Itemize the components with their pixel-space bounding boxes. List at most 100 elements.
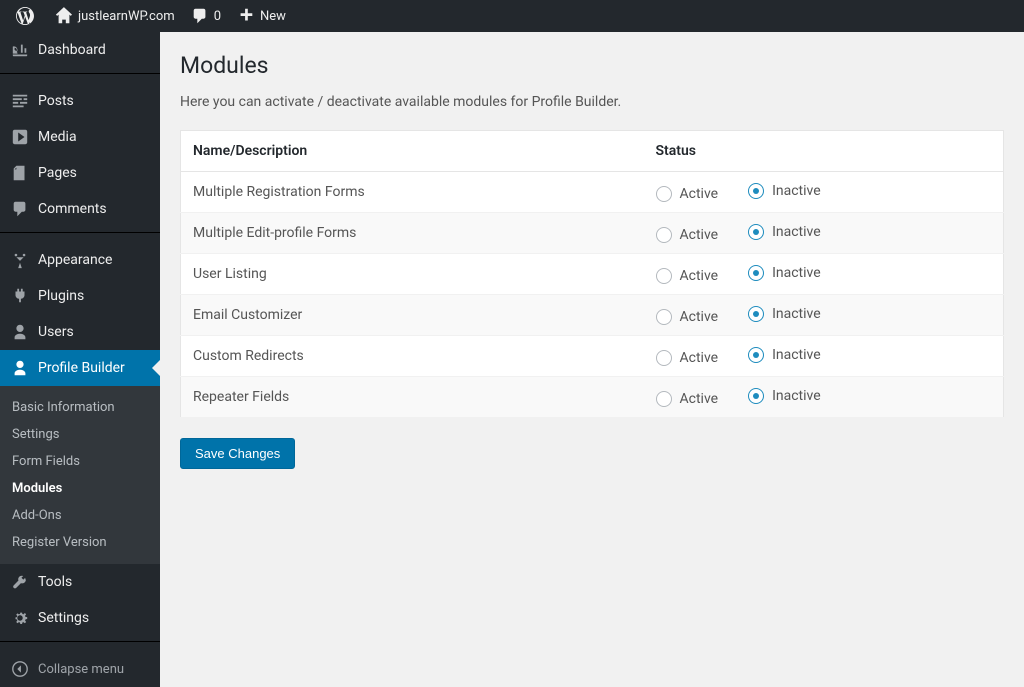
- module-status: Active Inactive: [644, 213, 1004, 254]
- sidebar-label: Users: [38, 324, 74, 340]
- sidebar-item-settings[interactable]: Settings: [0, 600, 160, 636]
- sidebar-item-plugins[interactable]: Plugins: [0, 278, 160, 314]
- radio-label: Inactive: [772, 388, 821, 404]
- sidebar-item-dashboard[interactable]: Dashboard: [0, 32, 160, 68]
- radio-active[interactable]: Active: [656, 309, 719, 325]
- radio-active[interactable]: Active: [656, 186, 719, 202]
- table-row: Custom RedirectsActiveInactive: [181, 336, 1004, 377]
- table-row: Repeater Fields Active Inactive: [181, 377, 1004, 418]
- module-status: Active Inactive: [644, 295, 1004, 336]
- main-content: Modules Here you can activate / deactiva…: [160, 32, 1024, 687]
- submenu-form-fields[interactable]: Form Fields: [0, 448, 160, 475]
- module-name: Multiple Registration Forms: [181, 172, 644, 213]
- wp-logo-menu[interactable]: [8, 0, 47, 32]
- radio-button-icon: [748, 306, 764, 322]
- radio-label: Inactive: [772, 265, 821, 281]
- sidebar-item-pages[interactable]: Pages: [0, 155, 160, 191]
- posts-icon: [10, 91, 30, 111]
- new-content-link[interactable]: New: [229, 0, 294, 32]
- submenu-settings[interactable]: Settings: [0, 421, 160, 448]
- sidebar-label: Settings: [38, 610, 89, 626]
- radio-label: Active: [680, 186, 719, 202]
- module-name: Repeater Fields: [181, 377, 644, 418]
- submenu-profile-builder: Basic Information Settings Form Fields M…: [0, 386, 160, 564]
- sidebar-item-posts[interactable]: Posts: [0, 83, 160, 119]
- radio-button-icon: [656, 227, 672, 243]
- admin-sidebar: Dashboard Posts Media Pages Comments: [0, 32, 160, 687]
- collapse-label: Collapse menu: [38, 662, 124, 677]
- comments-link[interactable]: 0: [183, 0, 229, 32]
- radio-inactive[interactable]: Inactive: [748, 306, 821, 322]
- sidebar-label: Appearance: [38, 252, 112, 268]
- modules-table: Name/Description Status Multiple Registr…: [180, 130, 1004, 418]
- comments-count: 0: [214, 9, 221, 24]
- radio-label: Active: [680, 309, 719, 325]
- sidebar-label: Comments: [38, 201, 107, 217]
- home-icon: [55, 7, 73, 25]
- submenu-modules[interactable]: Modules: [0, 475, 160, 502]
- sidebar-item-profile-builder[interactable]: Profile Builder: [0, 350, 160, 386]
- comments-icon: [10, 199, 30, 219]
- new-label: New: [260, 9, 286, 24]
- settings-icon: [10, 608, 30, 628]
- submenu-basic-information[interactable]: Basic Information: [0, 394, 160, 421]
- table-row: User ListingActiveInactive: [181, 254, 1004, 295]
- collapse-menu-button[interactable]: Collapse menu: [0, 651, 160, 687]
- radio-label: Inactive: [772, 306, 821, 322]
- collapse-icon: [10, 659, 30, 679]
- save-button[interactable]: Save Changes: [180, 438, 295, 469]
- radio-inactive[interactable]: Inactive: [748, 224, 821, 240]
- sidebar-item-appearance[interactable]: Appearance: [0, 242, 160, 278]
- sidebar-item-users[interactable]: Users: [0, 314, 160, 350]
- sidebar-label: Pages: [38, 165, 77, 181]
- column-header-status: Status: [644, 131, 1004, 172]
- radio-button-icon: [748, 388, 764, 404]
- radio-button-icon: [656, 268, 672, 284]
- site-name-link[interactable]: justlearnWP.com: [47, 0, 183, 32]
- submenu-add-ons[interactable]: Add-Ons: [0, 502, 160, 529]
- separator: [0, 73, 160, 78]
- table-row: Multiple Registration Forms Active Inactiv…: [181, 172, 1004, 213]
- sidebar-item-comments[interactable]: Comments: [0, 191, 160, 227]
- radio-active[interactable]: Active: [656, 227, 719, 243]
- module-name: Email Customizer: [181, 295, 644, 336]
- radio-label: Inactive: [772, 183, 821, 199]
- module-name: Multiple Edit-profile Forms: [181, 213, 644, 254]
- page-description: Here you can activate / deactivate avail…: [180, 94, 1004, 110]
- submenu-register-version[interactable]: Register Version: [0, 529, 160, 556]
- radio-active[interactable]: Active: [656, 350, 719, 366]
- sidebar-item-tools[interactable]: Tools: [0, 564, 160, 600]
- sidebar-label: Profile Builder: [38, 360, 125, 376]
- sidebar-item-media[interactable]: Media: [0, 119, 160, 155]
- site-name-text: justlearnWP.com: [78, 9, 175, 24]
- admin-toolbar: justlearnWP.com 0 New: [0, 0, 1024, 32]
- sidebar-label: Media: [38, 129, 77, 145]
- wordpress-logo-icon: [16, 7, 34, 25]
- radio-inactive[interactable]: Inactive: [748, 347, 821, 363]
- module-status: Active Inactive: [644, 172, 1004, 213]
- plugins-icon: [10, 286, 30, 306]
- comment-icon: [191, 7, 209, 25]
- radio-label: Active: [680, 227, 719, 243]
- separator: [0, 232, 160, 237]
- radio-active[interactable]: Active: [656, 268, 719, 284]
- radio-button-icon: [656, 350, 672, 366]
- page-title: Modules: [180, 52, 1004, 79]
- radio-label: Inactive: [772, 224, 821, 240]
- radio-label: Inactive: [772, 347, 821, 363]
- radio-inactive[interactable]: Inactive: [748, 183, 821, 199]
- separator: [0, 641, 160, 646]
- radio-button-icon: [656, 309, 672, 325]
- radio-inactive[interactable]: Inactive: [748, 265, 821, 281]
- module-status: Active Inactive: [644, 336, 1004, 377]
- table-row: Multiple Edit-profile Forms Active Inactiv…: [181, 213, 1004, 254]
- sidebar-label: Posts: [38, 93, 74, 109]
- column-header-name: Name/Description: [181, 131, 644, 172]
- radio-button-icon: [748, 347, 764, 363]
- radio-button-icon: [748, 183, 764, 199]
- users-icon: [10, 322, 30, 342]
- radio-inactive[interactable]: Inactive: [748, 388, 821, 404]
- radio-active[interactable]: Active: [656, 391, 719, 407]
- sidebar-label: Dashboard: [38, 42, 106, 58]
- radio-button-icon: [748, 224, 764, 240]
